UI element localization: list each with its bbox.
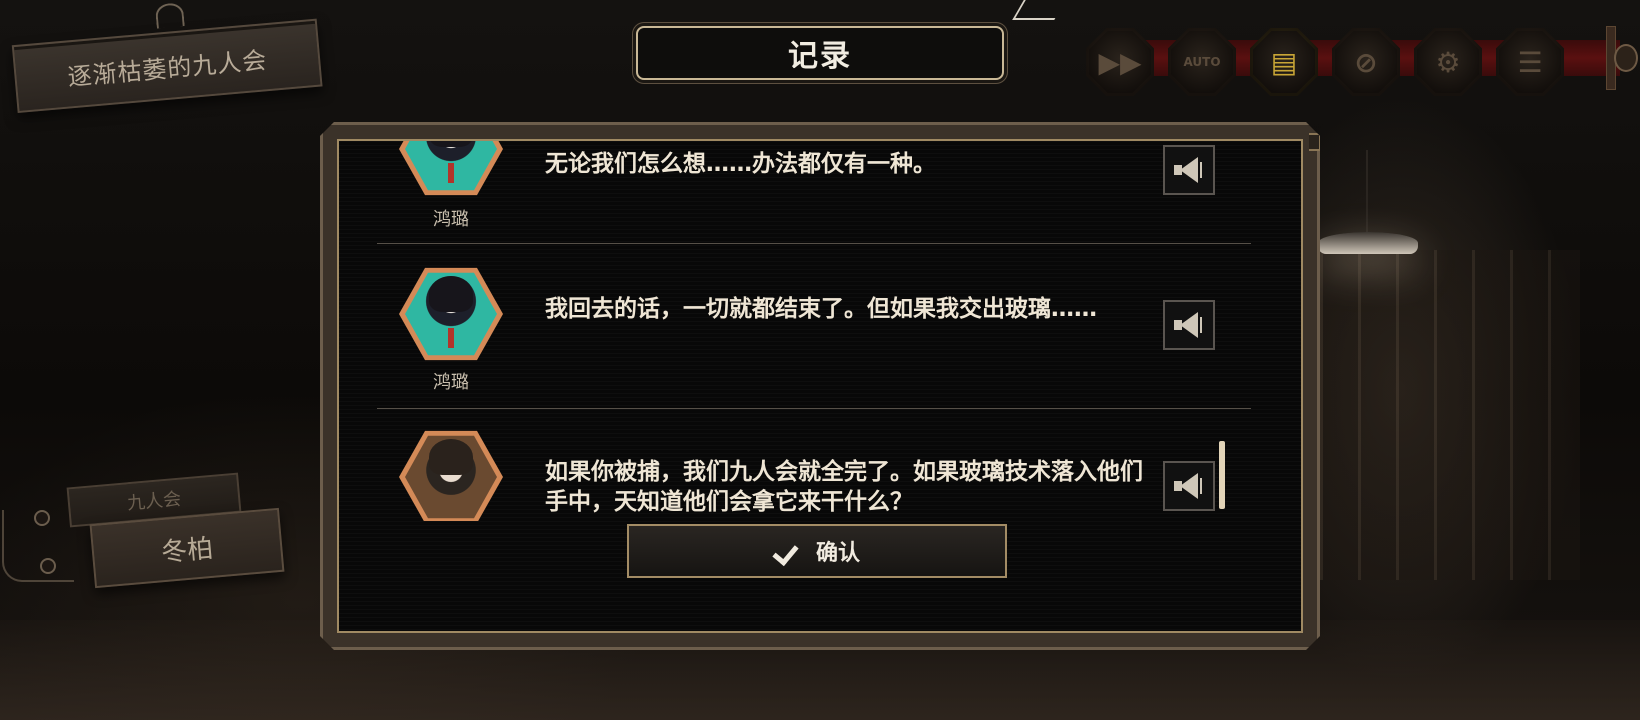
chain-link <box>40 558 56 574</box>
dialogue-text: 我回去的话，一切就都结束了。但如果我交出玻璃…… <box>545 296 1097 322</box>
auto-icon: AUTO <box>1183 55 1221 69</box>
side-name-tags: 九人会 冬柏 <box>0 466 300 606</box>
dialogue-text: 如果你被捕，我们九人会就全完了。如果玻璃技术落入他们手中，天知道他们会拿它来干什… <box>545 459 1143 515</box>
voice-replay-button[interactable] <box>1163 145 1215 195</box>
rail-knob <box>1614 44 1638 72</box>
speaker-icon <box>1174 473 1204 499</box>
paper-plane-decor <box>1012 0 1066 20</box>
voice-replay-button[interactable] <box>1163 461 1215 511</box>
log-icon: ▤ <box>1270 45 1298 79</box>
log-entry: 鸿璐 我回去的话，一切就都结束了。但如果我交出玻璃…… <box>377 244 1251 409</box>
background-lamp <box>1318 232 1418 254</box>
lamp-cord <box>1366 150 1368 234</box>
log-entry: 鸿璐 无论我们怎么想……办法都仅有一种。 <box>377 141 1251 244</box>
menu-button[interactable]: ☰ <box>1496 28 1564 96</box>
portrait-frame <box>399 141 503 197</box>
speaker-portrait <box>399 141 503 197</box>
confirm-label: 确认 <box>815 541 860 566</box>
confirm-button[interactable]: 确认 <box>627 524 1007 578</box>
speaker-icon <box>1174 312 1204 338</box>
gear-icon: ⚙ <box>1435 45 1461 79</box>
skip-disabled-icon: ⊘ <box>1354 45 1378 79</box>
auto-button[interactable]: AUTO <box>1168 28 1236 96</box>
chain-link <box>34 510 50 526</box>
settings-button[interactable]: ⚙ <box>1414 28 1482 96</box>
log-entry: 如果你被捕，我们九人会就全完了。如果玻璃技术落入他们手中，天知道他们会拿它来干什… <box>377 409 1251 521</box>
speaker-name: 鸿璐 <box>433 372 469 393</box>
checkmark-icon <box>774 539 802 563</box>
log-entries: 鸿璐 无论我们怎么想……办法都仅有一种。 鸿璐 我回去的话，一切就都结束了。但如… <box>377 141 1251 521</box>
voice-replay-button[interactable] <box>1163 300 1215 350</box>
portrait-frame <box>399 429 503 521</box>
fast-forward-button[interactable]: ▶▶ <box>1086 28 1154 96</box>
speaker-portrait <box>399 266 503 362</box>
log-panel-inner: 鸿璐 无论我们怎么想……办法都仅有一种。 鸿璐 我回去的话，一切就都结束了。但如… <box>337 139 1303 633</box>
log-panel: 鸿璐 无论我们怎么想……办法都仅有一种。 鸿璐 我回去的话，一切就都结束了。但如… <box>320 122 1320 650</box>
log-scrollbar[interactable] <box>1219 441 1225 509</box>
chapter-sign: 逐渐枯萎的九人会 <box>11 2 323 119</box>
speaker-portrait <box>399 429 503 521</box>
game-scene: 逐渐枯萎的九人会 记录 ▶▶ AUTO ▤ ⊘ ⚙ ☰ 九人会 冬柏 鸿璐 无论… <box>0 0 1640 720</box>
speaker-name: 鸿璐 <box>433 209 469 230</box>
skip-button[interactable]: ⊘ <box>1332 28 1400 96</box>
menu-icon: ☰ <box>1517 45 1543 79</box>
sign-hanger <box>154 2 185 29</box>
portrait-frame <box>399 266 503 362</box>
fast-forward-icon: ▶▶ <box>1098 45 1142 79</box>
frame-notch <box>1309 133 1321 151</box>
log-button[interactable]: ▤ <box>1250 28 1318 96</box>
chapter-title: 逐渐枯萎的九人会 <box>11 18 323 114</box>
dialogue-text: 无论我们怎么想……办法都仅有一种。 <box>545 151 936 177</box>
log-header-title: 记录 <box>636 26 1004 80</box>
speaker-icon <box>1174 157 1204 183</box>
background-wall-panel <box>1320 250 1580 580</box>
